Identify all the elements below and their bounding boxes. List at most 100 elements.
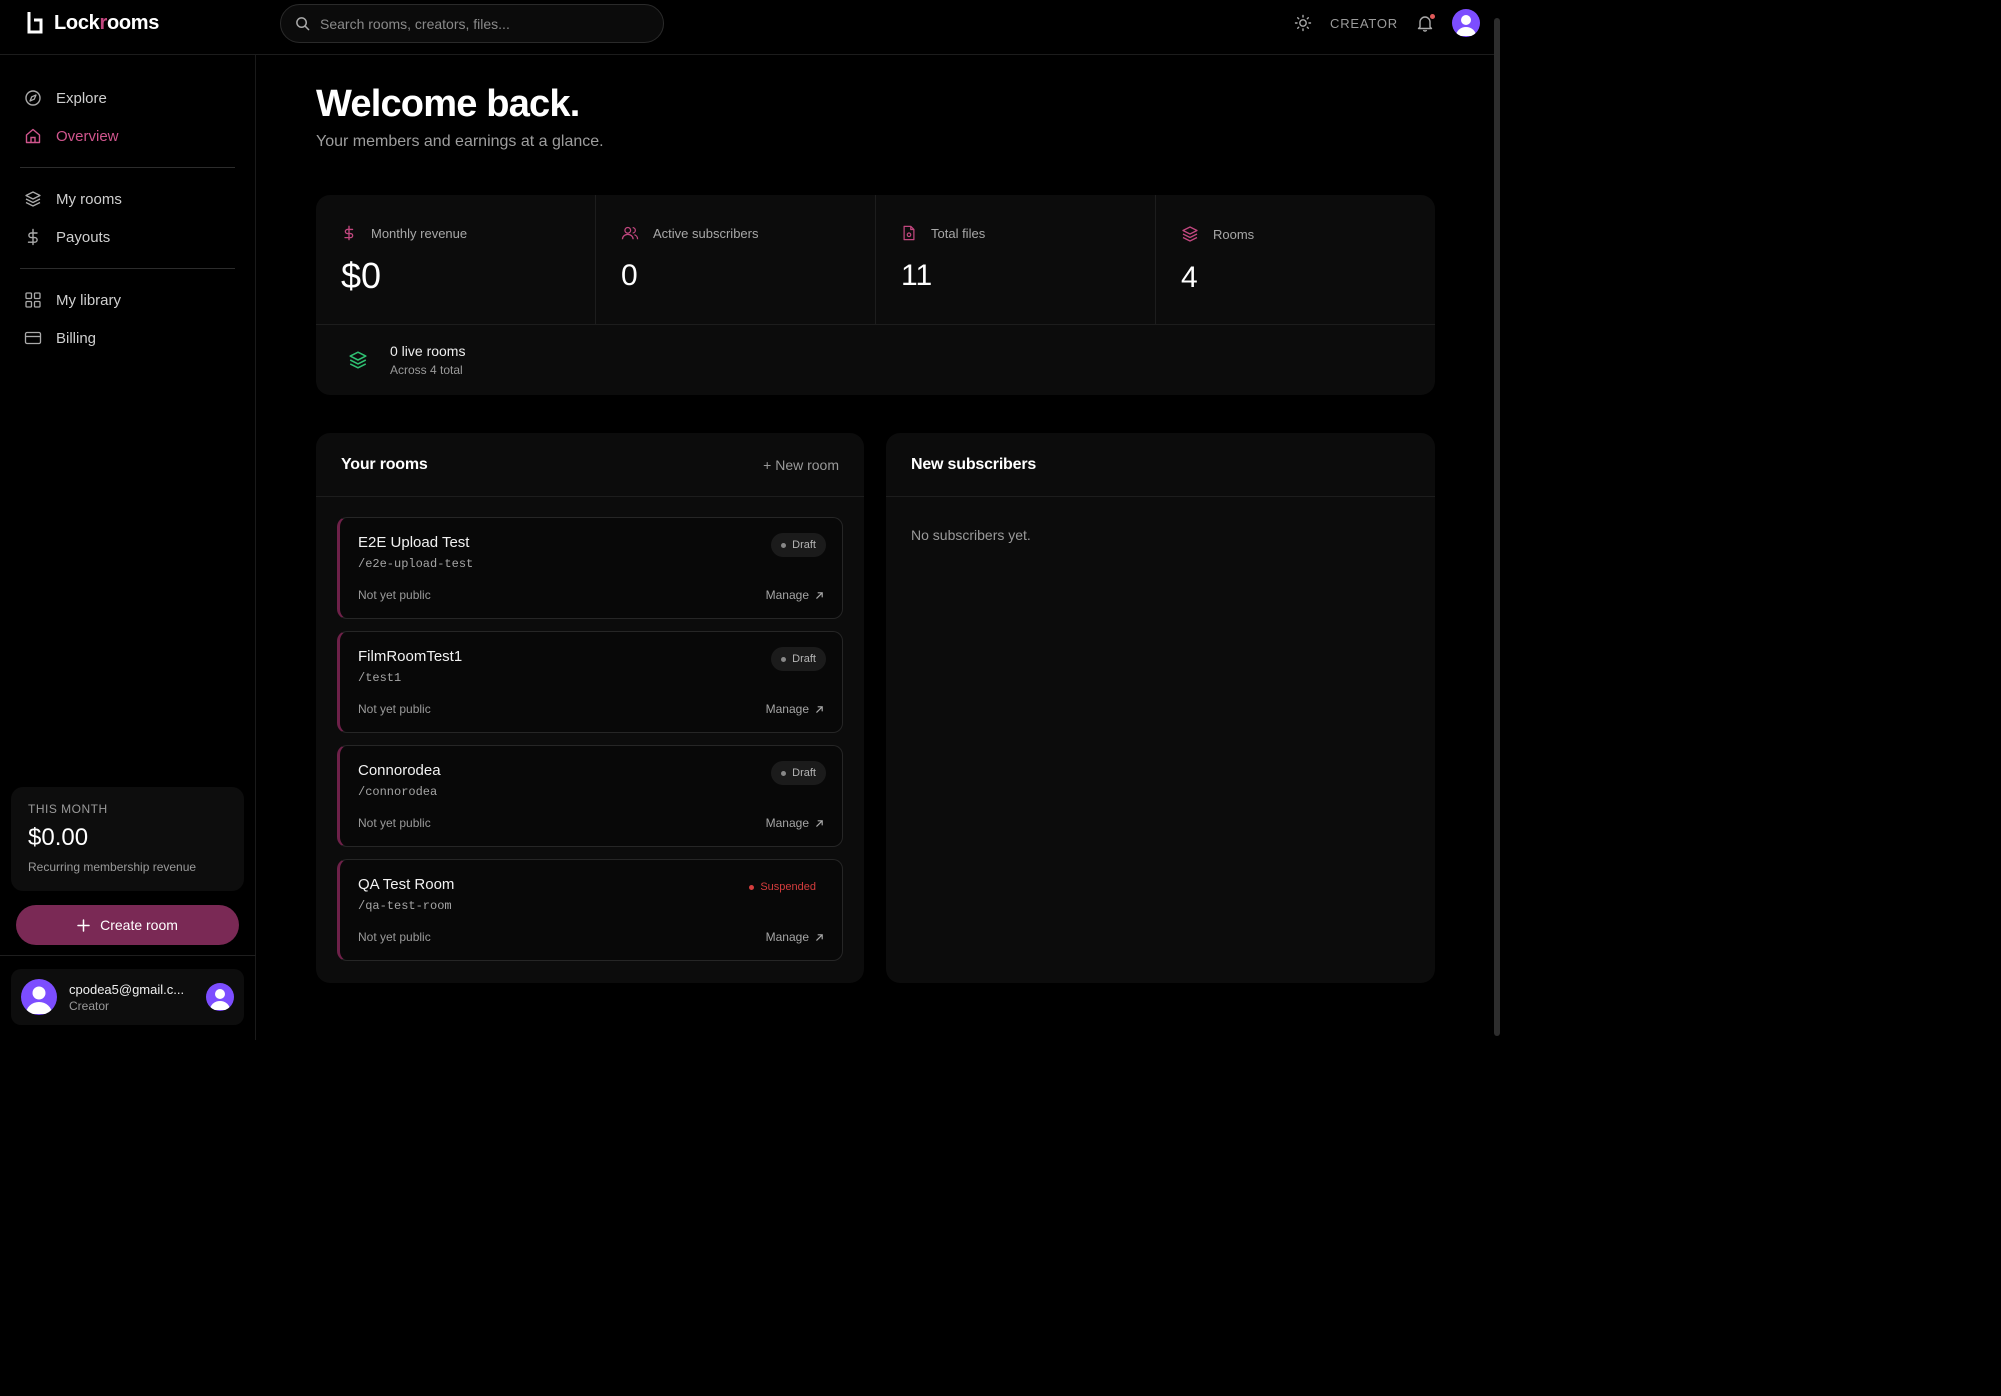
room-slug: /test1 xyxy=(358,671,402,685)
room-card[interactable]: E2E Upload Test /e2e-upload-test Draft N… xyxy=(337,517,843,619)
search-icon xyxy=(295,16,310,31)
subscribers-panel-header: New subscribers xyxy=(886,433,1435,497)
manage-link[interactable]: Manage xyxy=(766,816,824,830)
sidebar-divider xyxy=(20,167,235,168)
room-name: FilmRoomTest1 xyxy=(358,648,463,665)
sidebar-divider xyxy=(20,268,235,269)
sidebar-item-label: Billing xyxy=(56,329,97,347)
month-sub: Recurring membership revenue xyxy=(28,860,197,874)
sidebar-item-my-rooms[interactable]: My rooms xyxy=(14,180,236,218)
role-label[interactable]: CREATOR xyxy=(1330,16,1398,31)
this-month-card: THIS MONTH $0.00 Recurring membership re… xyxy=(11,787,244,891)
header-actions: CREATOR xyxy=(1294,9,1480,37)
live-rooms-sub: Across 4 total xyxy=(390,363,463,377)
stat-label: Active subscribers xyxy=(653,225,759,241)
room-visibility: Not yet public xyxy=(358,930,431,944)
stat-value: 0 xyxy=(621,259,638,292)
room-card[interactable]: FilmRoomTest1 /test1 Draft Not yet publi… xyxy=(337,631,843,733)
user-info: cpodea5@gmail.c... Creator xyxy=(69,982,206,1013)
subscribers-panel: New subscribers No subscribers yet. xyxy=(886,433,1435,983)
arrow-up-right-icon xyxy=(815,705,824,714)
stat-value: 4 xyxy=(1181,261,1198,294)
sidebar: Explore Overview My rooms Payouts My lib… xyxy=(0,55,256,1040)
avatar[interactable] xyxy=(1452,9,1480,37)
user-role: Creator xyxy=(69,998,110,1013)
room-visibility: Not yet public xyxy=(358,702,431,716)
room-card[interactable]: Connorodea /connorodea Draft Not yet pub… xyxy=(337,745,843,847)
sidebar-item-label: Overview xyxy=(56,127,119,145)
sun-icon[interactable] xyxy=(1294,14,1312,32)
stat-active-subscribers: Active subscribers 0 xyxy=(596,195,876,324)
room-card[interactable]: QA Test Room /qa-test-room Suspended Not… xyxy=(337,859,843,961)
room-slug: /qa-test-room xyxy=(358,899,452,913)
status-badge: Draft xyxy=(771,761,826,785)
search-bar[interactable] xyxy=(280,4,664,43)
live-rooms-row: 0 live rooms Across 4 total xyxy=(316,325,1435,395)
subscribers-panel-title: New subscribers xyxy=(911,455,1037,473)
status-badge: Draft xyxy=(771,533,826,557)
status-badge: Suspended xyxy=(739,875,826,899)
sidebar-item-explore[interactable]: Explore xyxy=(14,79,236,117)
sidebar-item-overview[interactable]: Overview xyxy=(14,117,236,155)
search-input[interactable] xyxy=(320,15,640,32)
create-room-label: Create room xyxy=(100,917,178,933)
sidebar-item-label: My library xyxy=(56,291,122,309)
stat-label: Monthly revenue xyxy=(371,225,468,241)
stat-total-files: Total files 11 xyxy=(876,195,1156,324)
stat-row: Monthly revenue $0 Active subscribers 0 … xyxy=(316,195,1435,325)
empty-state: No subscribers yet. xyxy=(911,527,1031,543)
sidebar-item-payouts[interactable]: Payouts xyxy=(14,218,236,256)
compass-icon xyxy=(24,89,42,107)
logo[interactable]: Lockrooms xyxy=(26,10,159,36)
layers-icon xyxy=(348,350,368,370)
sidebar-item-label: Payouts xyxy=(56,228,111,246)
stat-monthly-revenue: Monthly revenue $0 xyxy=(316,195,596,324)
room-visibility: Not yet public xyxy=(358,588,431,602)
month-label: THIS MONTH xyxy=(28,802,108,816)
stat-value: 11 xyxy=(901,259,933,292)
user-card[interactable]: cpodea5@gmail.c... Creator xyxy=(11,969,244,1025)
arrow-up-right-icon xyxy=(815,933,824,942)
manage-link[interactable]: Manage xyxy=(766,930,824,944)
dollar-icon xyxy=(341,225,357,241)
room-name: E2E Upload Test xyxy=(358,534,470,551)
room-visibility: Not yet public xyxy=(358,816,431,830)
stat-label: Rooms xyxy=(1213,226,1255,242)
create-room-button[interactable]: Create room xyxy=(16,905,239,945)
sidebar-item-billing[interactable]: Billing xyxy=(14,319,236,357)
live-rooms-title: 0 live rooms xyxy=(390,343,466,359)
sidebar-item-label: My rooms xyxy=(56,190,122,208)
new-room-link[interactable]: + New room xyxy=(763,457,839,473)
notification-dot xyxy=(1430,14,1435,19)
sidebar-item-my-library[interactable]: My library xyxy=(14,281,236,319)
room-list: E2E Upload Test /e2e-upload-test Draft N… xyxy=(316,497,864,961)
room-slug: /e2e-upload-test xyxy=(358,557,474,571)
rooms-panel-title: Your rooms xyxy=(341,455,428,473)
top-bar: Lockrooms CREATOR xyxy=(0,0,1500,55)
arrow-up-right-icon xyxy=(815,819,824,828)
users-icon xyxy=(621,225,639,241)
layers-icon xyxy=(1181,225,1199,243)
rooms-panel-header: Your rooms + New room xyxy=(316,433,864,497)
file-icon xyxy=(901,225,917,241)
rooms-panel: Your rooms + New room E2E Upload Test /e… xyxy=(316,433,864,983)
manage-link[interactable]: Manage xyxy=(766,702,824,716)
user-email: cpodea5@gmail.c... xyxy=(69,981,185,997)
sidebar-nav: Explore Overview My rooms Payouts My lib… xyxy=(14,79,236,357)
stat-value: $0 xyxy=(341,255,382,296)
arrow-up-right-icon xyxy=(815,591,824,600)
page-title: Welcome back. xyxy=(316,83,580,125)
user-divider xyxy=(0,955,256,956)
logo-text: Lockrooms xyxy=(54,11,160,34)
bell-icon[interactable] xyxy=(1416,14,1435,32)
plus-icon xyxy=(77,918,90,932)
month-value: $0.00 xyxy=(28,824,89,851)
scrollbar[interactable] xyxy=(1494,18,1500,1036)
lock-logo-icon xyxy=(26,10,44,36)
stat-rooms: Rooms 4 xyxy=(1156,195,1435,324)
manage-link[interactable]: Manage xyxy=(766,588,824,602)
sidebar-item-label: Explore xyxy=(56,89,107,107)
grid-icon xyxy=(24,291,42,309)
card-icon xyxy=(24,329,42,347)
avatar[interactable] xyxy=(206,983,234,1011)
